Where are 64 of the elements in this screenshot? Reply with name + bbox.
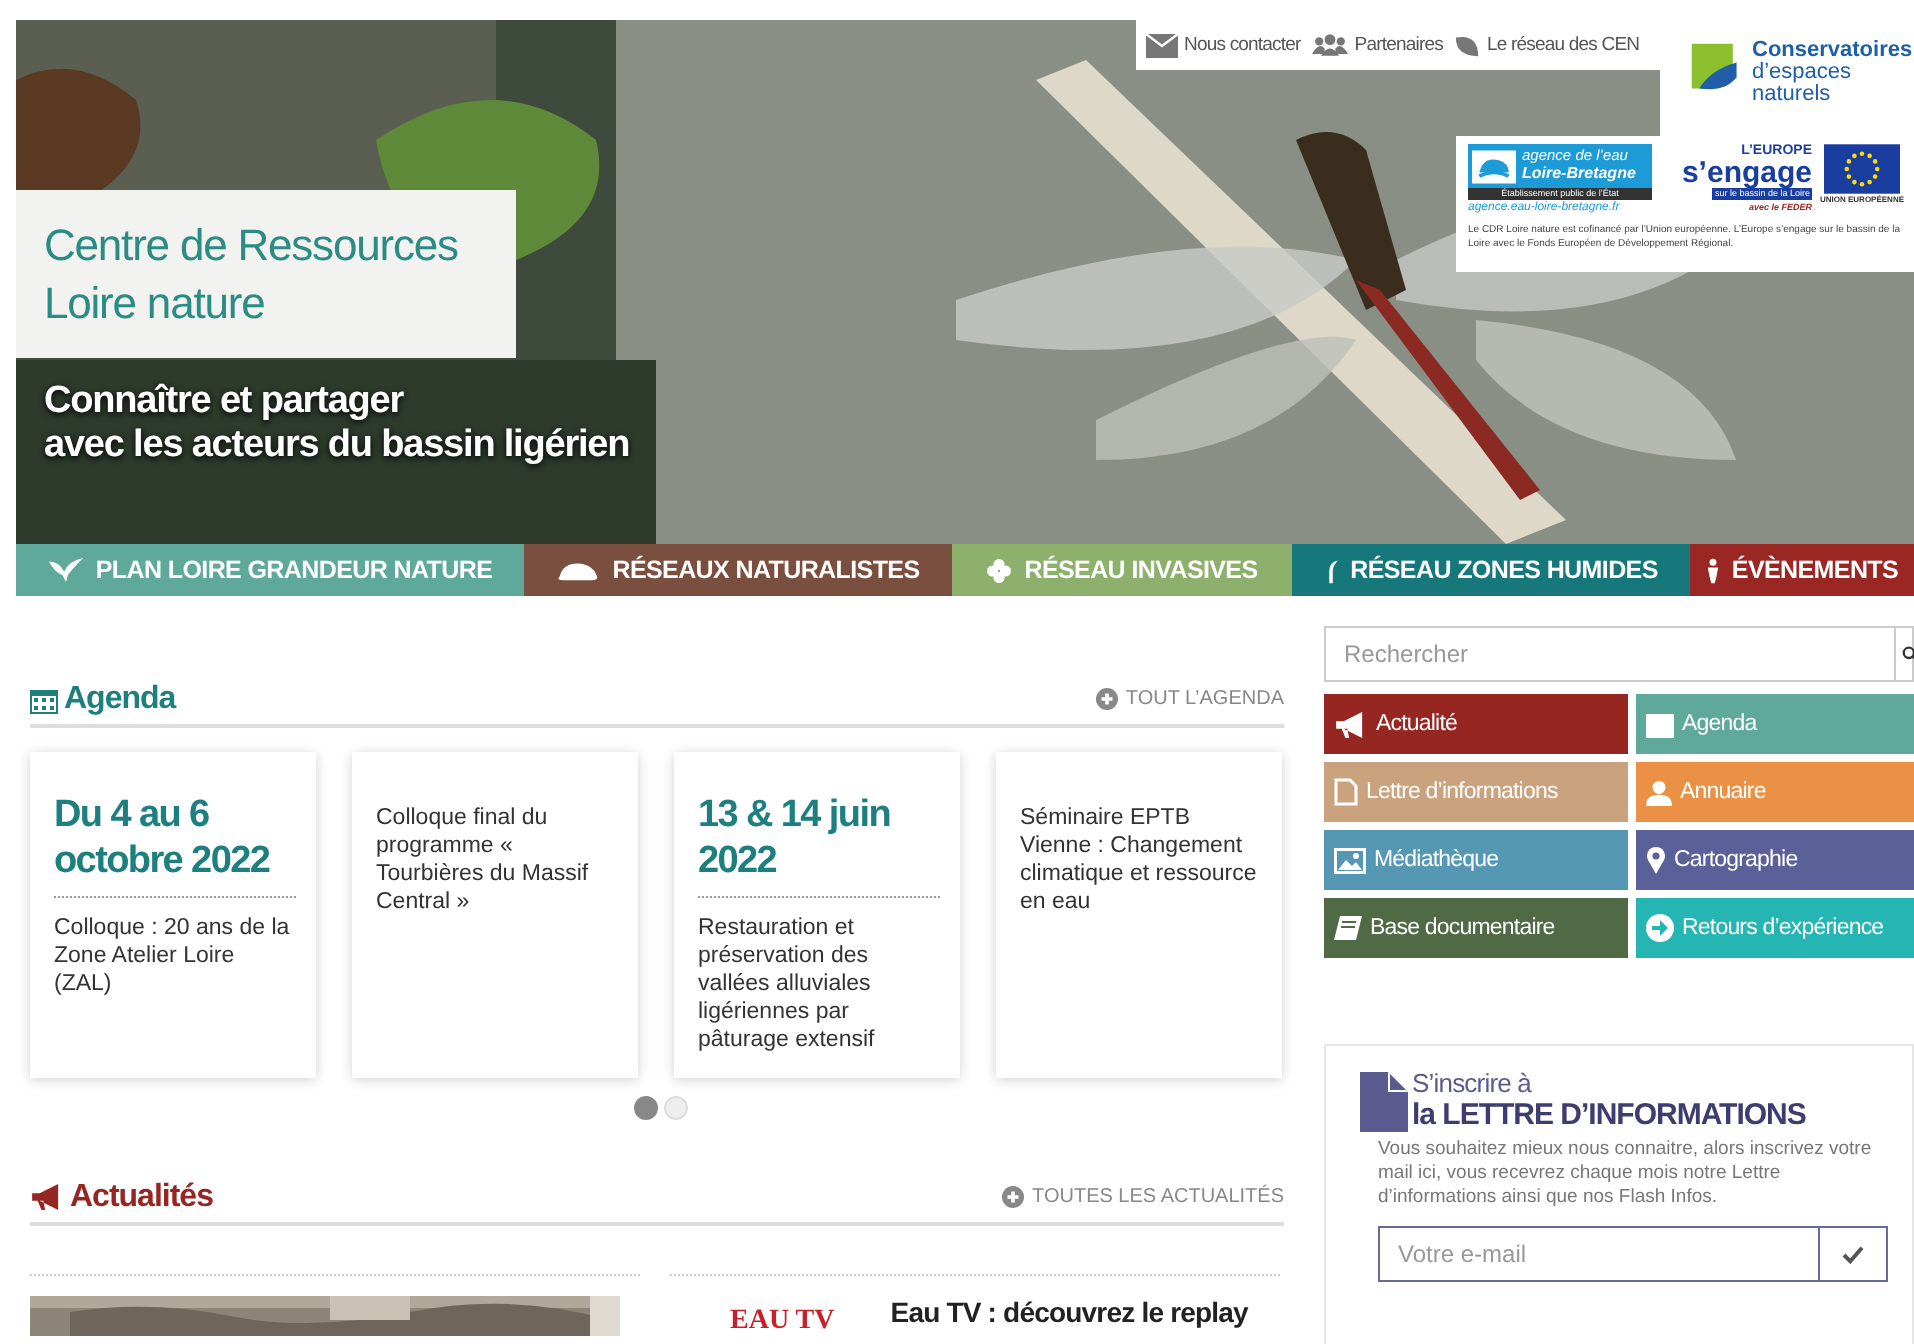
flower-icon [986,557,1013,583]
document-icon [1334,778,1358,806]
newsletter-kicker: S’inscrire à [1412,1070,1534,1098]
leaf-icon [1454,32,1481,58]
arrow-circle-icon [1646,914,1674,942]
email-field[interactable]: Votre e-mail [1378,1226,1820,1282]
event-card[interactable]: Du 4 au 6 octobre 2022 Colloque : 20 ans de la Zone Atelier Loire (ZAL) [30,752,316,1078]
logo-text: naturels [1752,84,1831,106]
sprout-icon [1324,557,1339,583]
newsletter-title: la LETTRE D’INFORMATIONS [1412,1098,1806,1132]
tagline: avec les acteurs du bassin ligérien [44,424,630,468]
search-button[interactable] [1896,626,1914,682]
image-icon [1334,847,1366,873]
quick-link-button[interactable]: Cartographie [1636,830,1914,890]
book-icon [1334,914,1362,942]
newsletter-text: Vous souhaitez mieux nous connaitre, alors inscrivez votre mail ici, vous recevrez chaque mois notre Lettre d’informations ainsi que nos Flash Infos. [1378,1138,1874,1210]
envelope-icon [1146,33,1178,57]
logo-text: Conservatoires [1752,40,1913,62]
event-card[interactable]: Séminaire EPTB Vienne : Changement climatique et ressource en eau [996,752,1282,1078]
flag-icon [1824,144,1900,194]
logo-text: s’engage [1681,158,1812,188]
check-icon [1842,1245,1864,1263]
plus-circle-icon [1095,688,1118,710]
search-icon [1902,646,1914,662]
site-title: Loire nature [44,276,267,332]
nav-tab[interactable]: ÉVÈNEMENTS [1690,544,1914,596]
quick-link-button[interactable]: Base documentaire [1324,898,1628,958]
event-title: Restauration et préservation des vallées alluviales ligériennes par pâturage extensif [698,914,877,1054]
event-date: Du 4 au 6 octobre 2022 [54,792,296,898]
more-link[interactable]: TOUT L’AGENDA [1095,688,1284,710]
section-title: Agenda [64,681,176,717]
quick-link-button[interactable]: Actualité [1324,694,1628,754]
event-title: Colloque : 20 ans de la Zone Atelier Loire (ZAL) [54,914,292,998]
site-title: Centre de Ressources [44,218,460,274]
megaphone-icon [1334,711,1368,737]
search-field[interactable]: Rechercher [1324,626,1896,682]
user-icon [1646,779,1672,805]
event-date: 13 & 14 juin 2022 [698,792,940,898]
event-card[interactable]: 13 & 14 juin 2022 Restauration et préservation des vallées alluviales ligériennes par pâturage extensif [674,752,960,1078]
map-pin-icon [1646,846,1666,874]
document-icon [1360,1072,1408,1132]
nav-tab[interactable]: RÉSEAUX NATURALISTES [524,544,952,596]
bird-icon [47,558,84,582]
event-card[interactable]: Colloque final du programme « Tourbières du Massif Central » [352,752,638,1078]
top-link[interactable]: Partenaires [1312,34,1443,56]
nav-tab[interactable]: RÉSEAU ZONES HUMIDES [1292,544,1690,596]
logo-text: EAU TV [730,1304,835,1336]
top-link[interactable]: Nous contacter [1146,33,1301,57]
tagline: Connaître et partager [44,380,406,424]
quick-link-button[interactable]: Médiathèque [1324,830,1628,890]
plus-circle-icon [1002,1186,1025,1208]
submit-button[interactable] [1820,1226,1888,1282]
article-title[interactable]: Eau TV : découvrez le replay [890,1296,1248,1328]
section-title: Actualités [70,1179,213,1215]
event-title: Séminaire EPTB Vienne : Changement climatique et ressource en eau [1020,804,1259,916]
more-link[interactable]: TOUTES LES ACTUALITÉS [1002,1186,1284,1208]
carousel-dot[interactable] [633,1096,657,1120]
logo-text: Loire-Bretagne [1522,164,1636,184]
people-icon [1312,34,1349,56]
person-icon [1705,557,1720,583]
megaphone-icon [30,1184,64,1210]
top-link[interactable]: Le réseau des CEN [1454,32,1640,58]
logo-text: d’espaces [1752,62,1854,84]
event-title: Colloque final du programme « Tourbières du Massif Central » [376,804,591,916]
